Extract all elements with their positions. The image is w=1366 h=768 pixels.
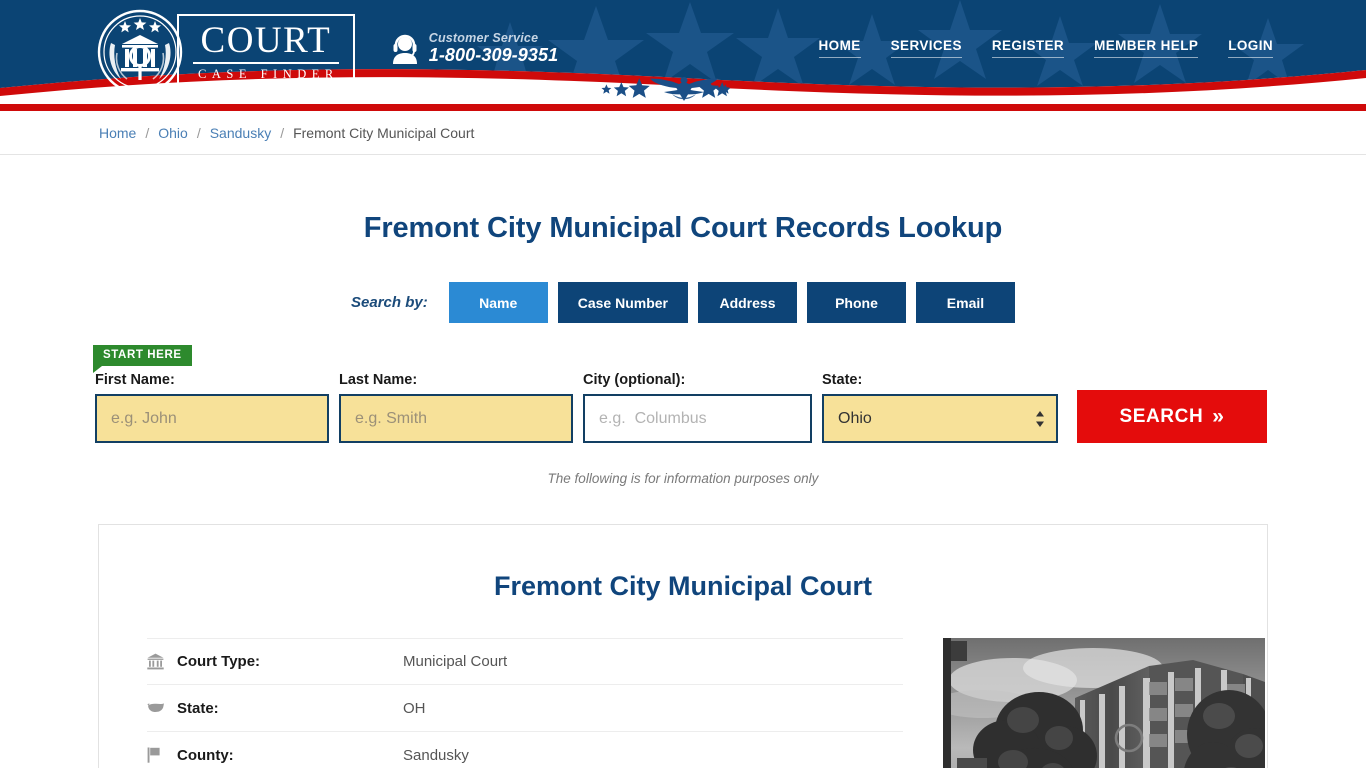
breadcrumb-separator: /	[196, 124, 201, 141]
state-select[interactable]: Ohio	[822, 394, 1058, 443]
detail-key-county: County:	[177, 746, 234, 764]
search-by-label: Search by:	[351, 294, 428, 311]
tab-address[interactable]: Address	[697, 282, 797, 323]
site-logo[interactable]: COURT CASE FINDER	[97, 9, 355, 95]
detail-key-court-type: Court Type:	[177, 653, 261, 670]
nav-item-member-help[interactable]: MEMBER HELP	[1094, 38, 1199, 58]
search-by-tabs: Search by: Name Case Number Address Phon…	[93, 282, 1273, 323]
detail-row-county: County: Sandusky	[147, 732, 903, 768]
tab-case-number[interactable]: Case Number	[557, 282, 688, 323]
state-field-group: State: Ohio	[822, 372, 1058, 443]
eagle-stars-icon	[601, 77, 731, 101]
city-field-group: City (optional):	[583, 372, 812, 443]
city-label: City (optional):	[583, 372, 686, 388]
detail-key-state: State:	[177, 699, 219, 717]
detail-value-county: Sandusky	[403, 746, 469, 764]
double-chevron-right-icon: »	[1212, 405, 1225, 428]
site-header: COURT CASE FINDER Customer Service 1-800…	[0, 0, 1366, 104]
main-navigation: HOME SERVICES REGISTER MEMBER HELP LOGIN	[818, 38, 1273, 58]
breadcrumb-item-ohio[interactable]: Ohio	[158, 125, 188, 141]
breadcrumb-item-current: Fremont City Municipal Court	[293, 124, 475, 141]
first-name-input[interactable]	[95, 394, 329, 443]
detail-row-state: State: OH	[147, 685, 903, 732]
nav-item-services[interactable]: SERVICES	[890, 38, 962, 58]
last-name-label: Last Name:	[339, 372, 418, 388]
card-title: Fremont City Municipal Court	[494, 571, 872, 601]
logo-wordmark: COURT CASE FINDER	[177, 13, 355, 91]
nav-item-register[interactable]: REGISTER	[991, 38, 1065, 58]
court-seal-icon	[97, 9, 183, 95]
header-red-stripe	[0, 104, 1366, 111]
detail-value-state: OH	[403, 699, 426, 717]
last-name-input[interactable]	[339, 394, 573, 443]
detail-value-court-type: Municipal Court	[403, 653, 508, 670]
logo-main-text: COURT	[200, 19, 332, 61]
headset-support-icon	[392, 34, 417, 64]
us-map-icon	[147, 701, 177, 715]
logo-divider	[193, 61, 339, 64]
breadcrumb-separator: /	[145, 124, 150, 141]
main-content: Fremont City Municipal Court Records Loo…	[93, 212, 1273, 768]
customer-service-label: Customer Service	[428, 31, 539, 45]
search-button[interactable]: SEARCH »	[1077, 390, 1267, 443]
state-label: State:	[822, 372, 863, 388]
tab-name[interactable]: Name	[448, 282, 548, 323]
nav-item-home[interactable]: HOME	[818, 38, 861, 58]
search-button-label: SEARCH	[1119, 405, 1204, 427]
breadcrumb: Home / Ohio / Sandusky / Fremont City Mu…	[93, 125, 1273, 141]
disclaimer-text: The following is for information purpose…	[547, 471, 819, 486]
court-details-list: Court Type: Municipal Court State: OH Co…	[147, 638, 903, 768]
logo-sub-text: CASE FINDER	[198, 66, 339, 81]
detail-row-court-type: Court Type: Municipal Court	[147, 638, 903, 685]
breadcrumb-bar: Home / Ohio / Sandusky / Fremont City Mu…	[0, 111, 1366, 155]
start-here-badge: START HERE	[93, 345, 192, 373]
search-form: START HERE First Name: Last Name: City (…	[93, 345, 1273, 443]
flag-icon	[147, 747, 177, 763]
city-input[interactable]	[583, 394, 812, 443]
breadcrumb-item-home[interactable]: Home	[99, 125, 136, 141]
page-title: Fremont City Municipal Court Records Loo…	[363, 212, 1003, 244]
court-info-card: Fremont City Municipal Court Court Type:…	[98, 524, 1268, 768]
first-name-field-group: First Name:	[95, 372, 329, 443]
tab-phone[interactable]: Phone	[806, 282, 906, 323]
customer-service-block: Customer Service 1-800-309-9351	[391, 31, 559, 66]
tab-email[interactable]: Email	[915, 282, 1015, 323]
last-name-field-group: Last Name:	[339, 372, 573, 443]
breadcrumb-separator: /	[280, 124, 285, 141]
customer-service-phone[interactable]: 1-800-309-9351	[429, 45, 559, 66]
first-name-label: First Name:	[95, 372, 175, 388]
bank-building-icon	[147, 653, 177, 670]
courthouse-photo	[943, 638, 1265, 768]
breadcrumb-item-sandusky[interactable]: Sandusky	[210, 125, 271, 141]
nav-item-login[interactable]: LOGIN	[1228, 38, 1273, 58]
